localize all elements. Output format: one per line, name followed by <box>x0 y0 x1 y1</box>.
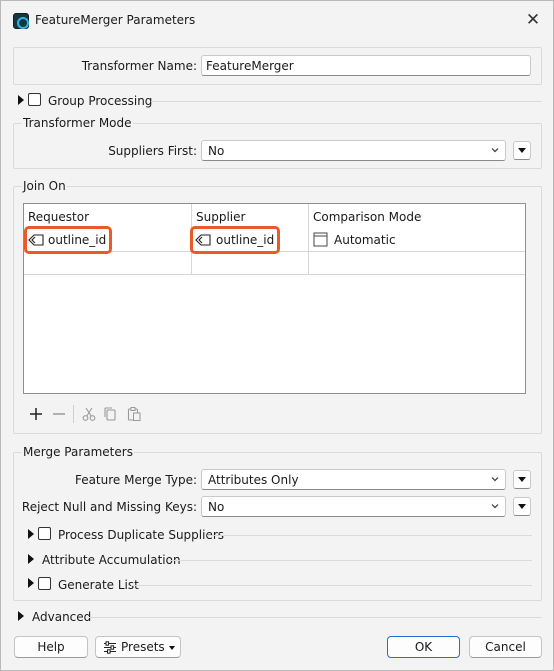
featuremerger-parameters-dialog: FeatureMerger Parameters ✕ Transformer N… <box>0 0 554 671</box>
process-duplicate-checkbox[interactable] <box>38 527 51 540</box>
suppliers-first-label: Suppliers First: <box>108 144 197 158</box>
group-processing-expander-icon[interactable] <box>18 95 24 105</box>
column-header-requestor[interactable]: Requestor <box>28 210 89 224</box>
process-duplicate-divider <box>207 535 532 536</box>
suppliers-first-options-button[interactable] <box>513 141 531 160</box>
cancel-button[interactable]: Cancel <box>469 636 542 658</box>
advanced-expander-icon[interactable] <box>18 611 24 621</box>
sliders-icon <box>104 641 116 654</box>
comparison-mode-cell[interactable]: Automatic <box>334 233 396 247</box>
attribute-tag-icon <box>195 234 211 246</box>
group-processing-divider <box>151 101 542 102</box>
chevron-down-icon <box>491 477 499 482</box>
window-title: FeatureMerger Parameters <box>35 13 196 27</box>
generate-list-expander-icon[interactable] <box>28 578 34 588</box>
advanced-label[interactable]: Advanced <box>32 610 91 624</box>
chevron-down-icon <box>491 148 499 153</box>
join-on-title: Join On <box>22 179 67 193</box>
join-on-table[interactable]: Requestor Supplier Comparison Mode outli… <box>23 203 526 394</box>
requestor-attribute-cell[interactable]: outline_id <box>48 233 106 247</box>
reject-null-options-button[interactable] <box>513 497 531 516</box>
attribute-accumulation-label[interactable]: Attribute Accumulation <box>42 553 181 567</box>
merge-parameters-title: Merge Parameters <box>22 445 134 459</box>
caret-down-icon <box>169 646 175 650</box>
transformer-name-input[interactable]: FeatureMerger <box>201 55 531 76</box>
attribute-tag-icon <box>28 234 44 246</box>
scissors-icon[interactable] <box>81 406 97 422</box>
row-separator <box>24 274 525 275</box>
title-bar: FeatureMerger Parameters ✕ <box>1 1 553 41</box>
featuremerger-app-icon <box>13 13 29 29</box>
column-separator <box>308 204 309 275</box>
presets-label: Presets <box>121 640 165 654</box>
generate-list-label: Generate List <box>58 578 139 592</box>
process-duplicate-label: Process Duplicate Suppliers <box>58 528 225 542</box>
suppliers-first-select[interactable]: No <box>201 140 506 161</box>
feature-merge-type-label: Feature Merge Type: <box>74 473 197 487</box>
attribute-accumulation-expander-icon[interactable] <box>28 554 34 564</box>
feature-merge-type-select[interactable]: Attributes Only <box>201 469 506 490</box>
ok-button[interactable]: OK <box>387 636 460 658</box>
reject-null-select[interactable]: No <box>201 496 506 517</box>
close-button[interactable]: ✕ <box>521 9 545 33</box>
suppliers-first-value: No <box>208 144 225 158</box>
paste-icon[interactable] <box>126 406 142 422</box>
column-header-comparison-mode[interactable]: Comparison Mode <box>313 210 421 224</box>
supplier-attribute-cell[interactable]: outline_id <box>216 233 274 247</box>
copy-icon[interactable] <box>102 406 118 422</box>
help-button[interactable]: Help <box>14 636 88 658</box>
feature-merge-type-value: Attributes Only <box>208 473 299 487</box>
transformer-mode-title: Transformer Mode <box>22 116 133 130</box>
reject-null-value: No <box>208 500 225 514</box>
process-duplicate-expander-icon[interactable] <box>28 529 34 539</box>
feature-merge-type-options-button[interactable] <box>513 470 531 489</box>
group-processing-label: Group Processing <box>48 94 153 108</box>
reject-null-label: Reject Null and Missing Keys: <box>21 500 197 514</box>
presets-button[interactable]: Presets <box>95 636 181 658</box>
generate-list-checkbox[interactable] <box>38 577 51 590</box>
attribute-accumulation-divider <box>169 560 532 561</box>
group-processing-checkbox[interactable] <box>28 93 41 106</box>
toolbar-divider <box>73 405 74 423</box>
chevron-down-icon <box>491 504 499 509</box>
plus-icon[interactable] <box>28 406 44 422</box>
minus-icon[interactable] <box>51 406 67 422</box>
transformer-name-label: Transformer Name: <box>81 59 197 73</box>
advanced-divider <box>89 617 542 618</box>
column-header-supplier[interactable]: Supplier <box>196 210 245 224</box>
comparison-mode-icon <box>313 232 328 247</box>
generate-list-divider <box>131 585 532 586</box>
